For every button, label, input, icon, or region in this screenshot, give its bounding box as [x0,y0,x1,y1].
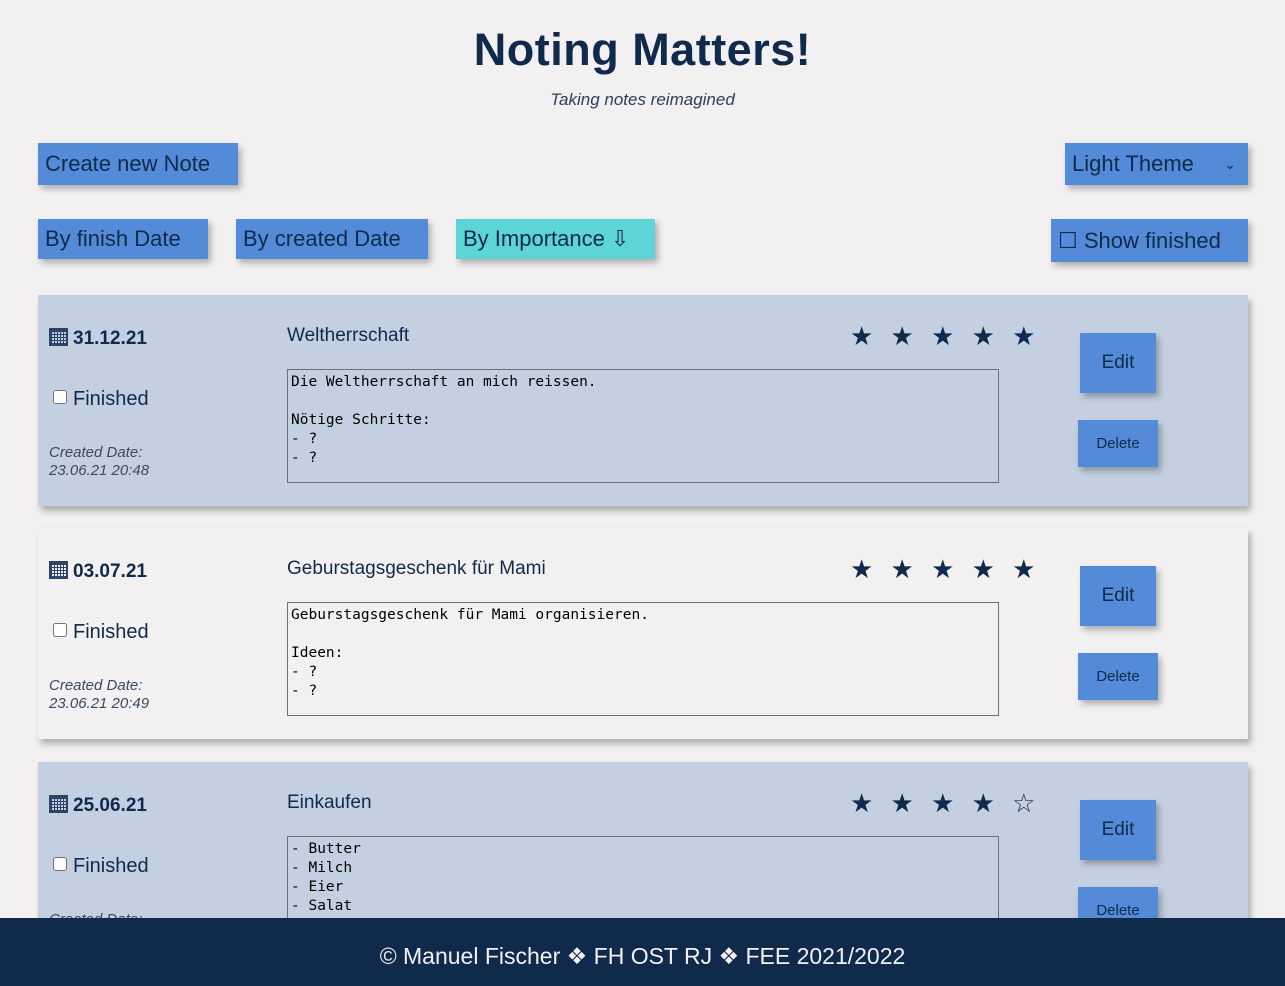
create-note-button[interactable]: Create new Note [38,143,238,185]
importance-stars: ★ ★ ★ ★ ★ [850,554,1041,584]
chevron-down-icon: ⌄ [1224,156,1236,172]
note-title: Einkaufen [287,792,372,813]
sort-by-importance-button[interactable]: By Importance ⇩ [456,219,655,259]
calendar-icon [49,561,68,579]
edit-button[interactable]: Edit [1080,333,1156,393]
finished-checkbox[interactable]: Finished [53,388,149,411]
finished-checkbox-input[interactable] [53,623,67,637]
theme-select-value: Light Theme [1072,151,1194,176]
finished-checkbox[interactable]: Finished [53,621,149,644]
note-body-textarea[interactable]: Die Weltherrschaft an mich reissen. Nöti… [287,369,999,483]
delete-button[interactable]: Delete [1078,420,1158,467]
due-date: 03.07.21 [49,561,147,583]
edit-button[interactable]: Edit [1080,800,1156,860]
delete-button[interactable]: Delete [1078,653,1158,700]
footer: © Manuel Fischer ❖ FH OST RJ ❖ FEE 2021/… [0,918,1285,986]
finished-label: Finished [73,388,149,410]
importance-stars: ★ ★ ★ ★ ☆ [850,788,1041,818]
created-date-value: 23.06.21 20:49 [49,695,150,712]
finished-label: Finished [73,855,149,877]
sort-by-finish-date-button[interactable]: By finish Date [38,219,208,259]
show-finished-toggle[interactable]: ☐ Show finished [1051,219,1248,262]
finished-label: Finished [73,621,149,643]
created-date: Created Date: 23.06.21 20:48 [49,444,149,480]
note-card: 03.07.21 Finished Created Date: 23.06.21 … [38,528,1248,739]
finished-checkbox-input[interactable] [53,857,67,871]
sort-by-created-date-button[interactable]: By created Date [236,219,428,259]
calendar-icon [49,795,68,813]
finished-checkbox[interactable]: Finished [53,855,149,878]
note-title: Weltherrschaft [287,325,410,346]
due-date: 31.12.21 [49,328,147,350]
created-date-label: Created Date: [49,444,143,461]
note-title: Geburstagsgeschenk für Mami [287,558,546,579]
edit-button[interactable]: Edit [1080,566,1156,626]
page-title: Noting Matters! [473,24,812,75]
theme-select[interactable]: Light Theme ⌄ [1065,143,1248,185]
due-date-value: 25.06.21 [73,795,147,816]
note-body-textarea[interactable]: Geburstagsgeschenk für Mami organisieren… [287,602,999,716]
created-date-value: 23.06.21 20:48 [49,462,150,479]
due-date: 25.06.21 [49,795,147,817]
created-date-label: Created Date: [49,677,143,694]
page-subtitle: Taking notes reimagined [550,90,735,109]
created-date: Created Date: 23.06.21 20:49 [49,677,149,713]
finished-checkbox-input[interactable] [53,390,67,404]
importance-stars: ★ ★ ★ ★ ★ [850,321,1041,351]
due-date-value: 03.07.21 [73,561,147,582]
due-date-value: 31.12.21 [73,328,147,349]
calendar-icon [49,328,68,346]
note-card: 31.12.21 Finished Created Date: 23.06.21 … [38,295,1248,506]
